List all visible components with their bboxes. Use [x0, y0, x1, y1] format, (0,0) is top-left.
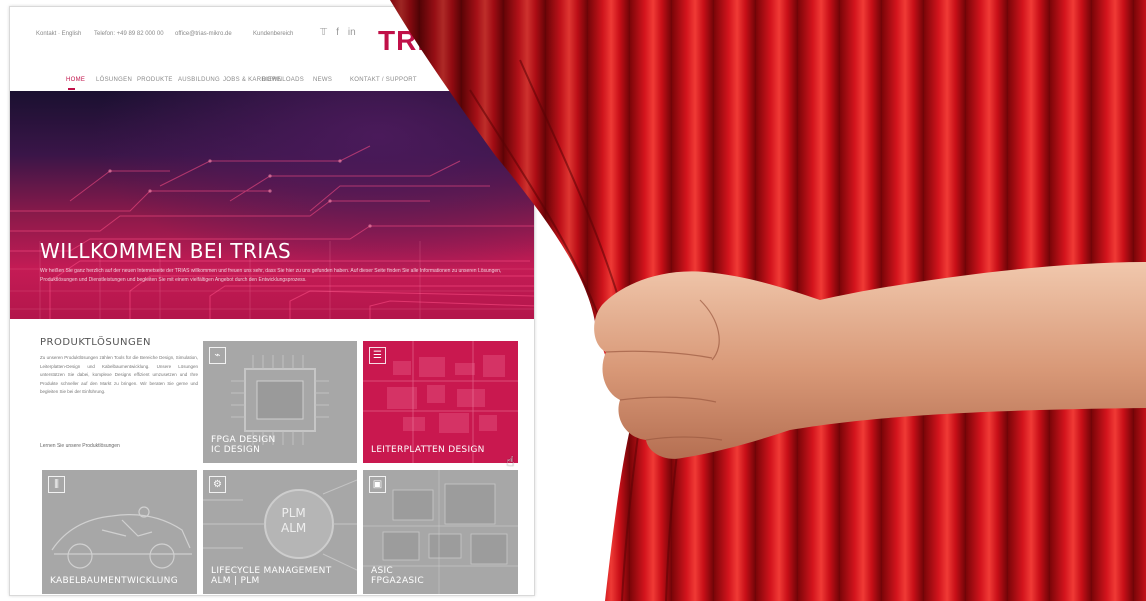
tile-kabelbaumentwicklung[interactable]: ⫼ KABELBAUMENTWICKLUNG: [42, 470, 197, 594]
tile-label: LIFECYCLE MANAGEMENT ALM | PLM: [211, 566, 332, 586]
website-screenshot: Kontakt · English Telefon: +49 89 82 000…: [9, 6, 535, 596]
plm-alm-overlay: PLM ALM: [281, 506, 306, 536]
facebook-icon[interactable]: f: [336, 27, 339, 38]
nav-item-news[interactable]: NEWS: [313, 77, 332, 83]
products-text: Zu unseren Produktlösungen zählen Tools …: [40, 355, 198, 394]
mouse-cursor-icon: ☝: [506, 453, 515, 469]
tile-label: ASIC FPGA2ASIC: [371, 566, 424, 586]
topbar-phone[interactable]: Telefon: +49 89 82 000 00: [94, 31, 164, 37]
trias-logo[interactable]: TRI: [378, 25, 426, 57]
topbar-email[interactable]: office@trias-mikro.de: [175, 31, 232, 37]
alm-overlay-text: ALM: [281, 521, 307, 535]
social-links: 𝕋 f in: [320, 27, 356, 38]
products-heading: PRODUKTLÖSUNGEN: [40, 337, 152, 348]
website-topbar: Kontakt · English Telefon: +49 89 82 000…: [10, 7, 534, 63]
tile-label-line-1: FPGA DESIGN: [211, 435, 276, 445]
plm-overlay-text: PLM: [281, 506, 306, 520]
cable-icon: ⫼: [48, 476, 65, 493]
lifecycle-icon: ⚙: [209, 476, 226, 493]
chip-power-icon: ⌁: [209, 347, 226, 364]
hero-banner: WILLKOMMEN BEI TRIAS Wir heißen Sie ganz…: [10, 91, 534, 319]
hero-title: WILLKOMMEN BEI TRIAS: [40, 239, 292, 263]
nav-active-marker: [68, 88, 75, 90]
nav-item-kontakt[interactable]: KONTAKT / SUPPORT: [350, 77, 417, 83]
products-link[interactable]: Lernen Sie unsere Produktlösungen: [40, 443, 120, 449]
tile-label-line-2: FPGA2ASIC: [371, 576, 424, 586]
nav-item-downloads[interactable]: DOWNLOADS: [262, 77, 304, 83]
hero-text: Wir heißen Sie ganz herzlich auf der neu…: [40, 268, 502, 283]
tile-label: LEITERPLATTEN DESIGN: [371, 445, 485, 455]
tile-lifecycle-management[interactable]: PLM ALM ⚙ LIFECYCLE MANAGEMENT ALM | PLM: [203, 470, 357, 594]
tile-label-line-1: LEITERPLATTEN DESIGN: [371, 445, 485, 455]
tile-label-line-1: ASIC: [371, 566, 394, 576]
tile-fpga-ic-design[interactable]: ⌁ FPGA DESIGN IC DESIGN: [203, 341, 357, 463]
asic-icon: ▣: [369, 476, 386, 493]
tile-label-line-2: IC DESIGN: [211, 445, 261, 455]
tile-label: FPGA DESIGN IC DESIGN: [211, 435, 276, 455]
twitter-icon[interactable]: 𝕋: [320, 27, 327, 38]
nav-item-loesungen[interactable]: LÖSUNGEN: [96, 77, 132, 83]
tile-leiterplatten-design[interactable]: ☰ LEITERPLATTEN DESIGN: [363, 341, 518, 463]
tile-label-line-1: LIFECYCLE MANAGEMENT: [211, 566, 332, 576]
nav-item-home[interactable]: HOME: [66, 77, 85, 83]
hand-arm: [594, 262, 1146, 459]
nav-item-produkte[interactable]: PRODUKTE: [137, 77, 173, 83]
linkedin-icon[interactable]: in: [348, 27, 356, 38]
main-navigation: HOME LÖSUNGEN PRODUKTE AUSBILDUNG JOBS &…: [10, 77, 534, 91]
board-icon: ☰: [369, 347, 386, 364]
tile-label-line-1: KABELBAUMENTWICKLUNG: [50, 576, 178, 586]
topbar-customer-area[interactable]: Kundenbereich: [253, 31, 293, 37]
topbar-contact-link[interactable]: Kontakt · English: [36, 31, 81, 37]
tile-asic[interactable]: ▣ ASIC FPGA2ASIC: [363, 470, 518, 594]
tile-label-line-2: ALM | PLM: [211, 576, 260, 586]
tile-label: KABELBAUMENTWICKLUNG: [50, 576, 178, 586]
nav-item-ausbildung[interactable]: AUSBILDUNG: [178, 77, 220, 83]
